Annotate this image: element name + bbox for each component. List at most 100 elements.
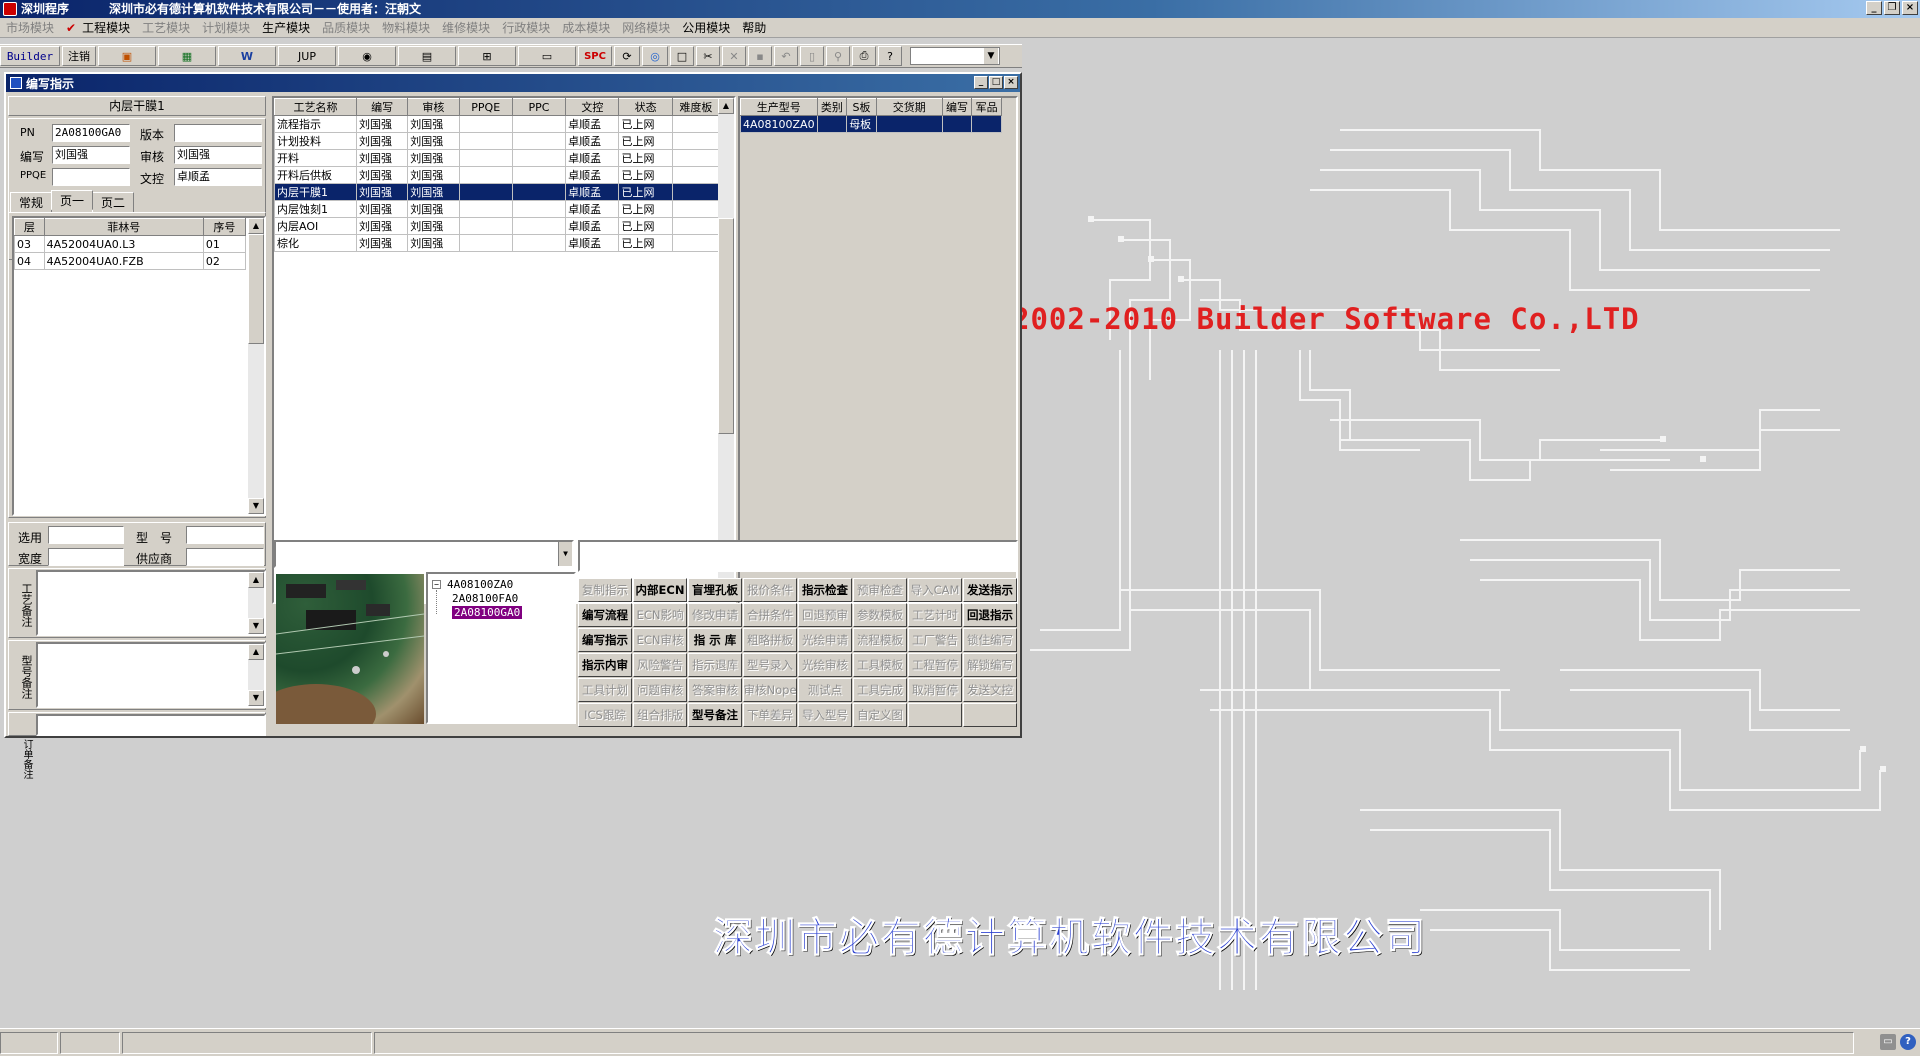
scroll-thumb[interactable] — [248, 234, 264, 344]
action-button-20[interactable]: 光绘申请 — [798, 628, 852, 652]
action-button-45[interactable]: 自定义图 — [853, 703, 907, 727]
action-button-24[interactable]: 指示内审 — [578, 653, 632, 677]
action-button-4[interactable]: 指示检查 — [798, 578, 852, 602]
column-header[interactable]: 审核 — [407, 98, 460, 116]
printer-status-icon[interactable]: ▭ — [1880, 1034, 1896, 1050]
action-button-42[interactable]: 型号备注 — [688, 703, 742, 727]
menu-item-6[interactable]: 物料模块 — [376, 19, 436, 36]
column-header[interactable]: 编写 — [941, 98, 973, 116]
ppqe-field[interactable] — [52, 168, 130, 186]
menu-item-8[interactable]: 行政模块 — [496, 19, 556, 36]
action-button-32[interactable]: 工具计划 — [578, 678, 632, 702]
menu-item-12[interactable]: 帮助 — [736, 19, 772, 36]
builder-button[interactable]: Builder — [0, 46, 60, 66]
minimize-button[interactable]: _ — [1866, 1, 1882, 15]
column-header[interactable]: 军品 — [971, 98, 1002, 116]
action-button-1[interactable]: 内部ECN — [633, 578, 687, 602]
delete-icon[interactable]: ✕ — [722, 46, 746, 66]
dialog-close-button[interactable]: × — [1004, 76, 1018, 89]
logout-button[interactable]: 注销 — [62, 46, 96, 66]
save-icon[interactable]: ▪ — [748, 46, 772, 66]
action-button-19[interactable]: 粗略拼板 — [743, 628, 797, 652]
pn-field[interactable]: 2A08100GA0 — [52, 124, 130, 142]
action-button-21[interactable]: 流程模板 — [853, 628, 907, 652]
restore-button[interactable]: ❐ — [1884, 1, 1900, 15]
menu-item-0[interactable]: 市场模块 — [0, 19, 60, 36]
refresh-icon[interactable]: ⟳ — [614, 46, 640, 66]
column-header[interactable]: PPQE — [458, 98, 513, 116]
action-button-33[interactable]: 问题审核 — [633, 678, 687, 702]
dialog-maximize-button[interactable]: □ — [989, 76, 1003, 89]
table-row[interactable]: 棕化 刘国强 刘国强 卓顺孟 已上网 — [274, 234, 721, 252]
dialog-minimize-button[interactable]: _ — [974, 76, 988, 89]
table-row[interactable]: 内层干膜1 刘国强 刘国强 卓顺孟 已上网 — [274, 183, 721, 201]
film-table-scrollbar[interactable]: ▲ ▼ — [248, 218, 264, 514]
tab-2[interactable]: 页二 — [92, 192, 135, 213]
action-button-18[interactable]: 指 示 库 — [688, 628, 742, 652]
eye-icon[interactable]: ◉ — [338, 46, 396, 66]
column-header[interactable]: 状态 — [618, 98, 673, 116]
action-button-3[interactable]: 报价条件 — [743, 578, 797, 602]
width-field[interactable] — [48, 548, 124, 566]
new-doc-icon[interactable]: □ — [670, 46, 694, 66]
column-header[interactable]: PPC — [511, 98, 567, 116]
action-button-16[interactable]: 编写指示 — [578, 628, 632, 652]
menu-item-11[interactable]: 公用模块 — [676, 19, 736, 36]
action-button-28[interactable]: 光绘审核 — [798, 653, 852, 677]
scroll-up-icon[interactable]: ▲ — [248, 572, 264, 588]
column-header[interactable]: 类别 — [816, 98, 848, 116]
model-field[interactable] — [186, 526, 264, 544]
version-field[interactable] — [174, 124, 262, 142]
printer-icon[interactable]: ▭ — [518, 46, 576, 66]
action-button-6[interactable]: 导入CAM — [908, 578, 962, 602]
action-button-25[interactable]: 风险警告 — [633, 653, 687, 677]
menu-item-9[interactable]: 成本模块 — [556, 19, 616, 36]
spc-button[interactable]: SPC — [578, 46, 612, 66]
menu-item-2[interactable]: 工艺模块 — [136, 19, 196, 36]
help-icon[interactable]: ? — [878, 46, 902, 66]
action-button-12[interactable]: 回退预审 — [798, 603, 852, 627]
column-header[interactable]: 生产型号 — [740, 98, 818, 116]
action-button-44[interactable]: 导入型号 — [798, 703, 852, 727]
column-header[interactable]: 菲林号 — [43, 218, 204, 236]
globe-icon[interactable]: ◎ — [642, 46, 668, 66]
column-header[interactable]: 编写 — [356, 98, 409, 116]
process-table-scrollbar[interactable]: ▲ ▼ — [718, 98, 734, 602]
action-button-38[interactable]: 取消暂停 — [908, 678, 962, 702]
action-button-39[interactable]: 发送文控 — [963, 678, 1017, 702]
action-button-11[interactable]: 合拼条件 — [743, 603, 797, 627]
order-remark-text[interactable] — [36, 714, 266, 736]
word-icon[interactable]: W — [218, 46, 276, 66]
combo-arrow-icon[interactable]: ▼ — [558, 542, 572, 566]
menu-item-5[interactable]: 品质模块 — [316, 19, 376, 36]
action-button-8[interactable]: 编写流程 — [578, 603, 632, 627]
action-button-27[interactable]: 型号录入 — [743, 653, 797, 677]
table-row[interactable]: 开料 刘国强 刘国强 卓顺孟 已上网 — [274, 149, 721, 167]
find-icon[interactable]: ⚲ — [826, 46, 850, 66]
menu-item-1[interactable]: 工程模块 — [76, 19, 136, 36]
scroll-down-icon[interactable]: ▼ — [248, 498, 264, 514]
doc-control-field[interactable]: 卓顺孟 — [174, 168, 262, 186]
tree-collapse-icon[interactable]: − — [432, 580, 441, 589]
table-row[interactable]: 4A08100ZA0 母板 — [740, 115, 1002, 133]
column-header[interactable]: 难度板 — [671, 98, 721, 116]
tree-node-root[interactable]: − 4A08100ZA0 — [432, 578, 513, 591]
print-icon[interactable]: ⎙ — [852, 46, 876, 66]
tab-0[interactable]: 常规 — [10, 192, 53, 213]
action-button-17[interactable]: ECN审核 — [633, 628, 687, 652]
table-row[interactable]: 03 4A52004UA0.L3 01 — [14, 235, 247, 253]
book-icon[interactable]: ▤ — [398, 46, 456, 66]
action-button-43[interactable]: 下单差异 — [743, 703, 797, 727]
action-button-14[interactable]: 工艺计时 — [908, 603, 962, 627]
action-button-15[interactable]: 回退指示 — [963, 603, 1017, 627]
action-button-35[interactable]: 审核Nope — [743, 678, 797, 702]
table-row[interactable]: 内层蚀刻1 刘国强 刘国强 卓顺孟 已上网 — [274, 200, 721, 218]
scroll-thumb[interactable] — [718, 218, 734, 434]
column-header[interactable]: 工艺名称 — [274, 98, 358, 116]
select-field[interactable] — [48, 526, 124, 544]
help-status-icon[interactable]: ? — [1900, 1034, 1916, 1050]
scroll-down-icon[interactable]: ▼ — [248, 690, 264, 706]
action-button-5[interactable]: 预审检查 — [853, 578, 907, 602]
scroll-down-icon[interactable]: ▼ — [248, 618, 264, 634]
action-button-26[interactable]: 指示退库 — [688, 653, 742, 677]
